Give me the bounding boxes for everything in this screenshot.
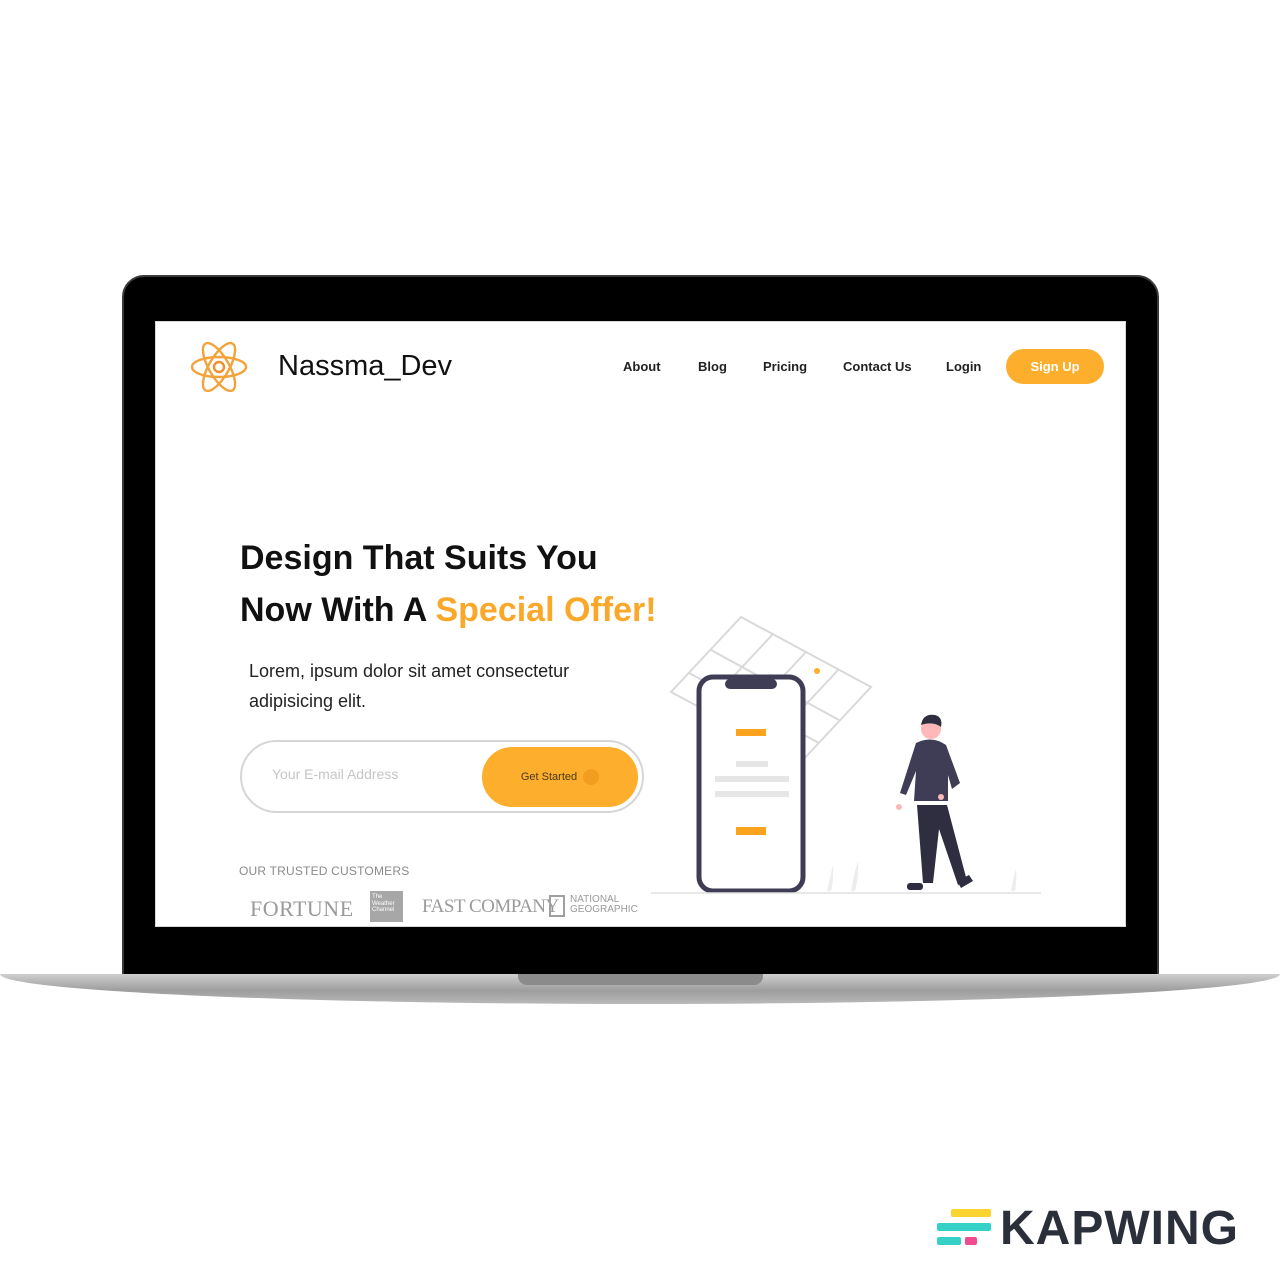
get-started-label: Get Started <box>520 771 578 783</box>
nav-contact-us[interactable]: Contact Us <box>843 359 912 374</box>
email-signup-form: Get Started <box>240 740 644 813</box>
atom-icon[interactable] <box>189 336 249 398</box>
nav-login[interactable]: Login <box>946 359 981 374</box>
map-pin-icon <box>814 668 820 674</box>
phone-icon <box>696 674 806 894</box>
hero-subtext: Lorem, ipsum dolor sit amet consectetur … <box>249 661 570 711</box>
headline-line-2: Now With A Special Offer! <box>240 584 657 636</box>
kapwing-logo-icon <box>937 1209 991 1245</box>
laptop-screen: Nassma_Dev About Blog Pricing Contact Us… <box>155 321 1126 927</box>
headline-line-1: Design That Suits You <box>240 539 598 577</box>
fast-company-logo: FAST COMPANY <box>422 896 559 917</box>
nav-blog[interactable]: Blog <box>698 359 727 374</box>
get-started-button[interactable]: Get Started <box>482 747 638 807</box>
fortune-logo: FORTUNE <box>250 896 354 921</box>
headline-line-2-start: Now With A <box>240 591 436 629</box>
national-geographic-frame-icon <box>549 895 565 917</box>
sign-up-button[interactable]: Sign Up <box>1006 349 1104 384</box>
brand-name[interactable]: Nassma_Dev <box>278 350 452 383</box>
natgeo-text-2: GEOGRAPHIC <box>570 904 638 915</box>
nav-about[interactable]: About <box>623 359 661 374</box>
weather-channel-logo: The Weather Channel <box>370 891 403 922</box>
grass-icon <box>851 861 859 891</box>
laptop-notch <box>518 974 763 985</box>
person-icon <box>896 714 973 890</box>
trusted-customers-heading: OUR TRUSTED CUSTOMERS <box>239 864 410 878</box>
hero-illustration <box>651 615 1041 894</box>
grass-icon <box>827 865 834 891</box>
headline-accent: Special Offer! <box>435 591 657 629</box>
email-input[interactable] <box>272 766 472 782</box>
grass-icon <box>1011 869 1017 891</box>
national-geographic-logo: NATIONAL GEOGRAPHIC <box>570 895 638 915</box>
nav-pricing[interactable]: Pricing <box>763 359 807 374</box>
kapwing-watermark: KAPWING <box>1000 1202 1239 1255</box>
arrow-icon <box>583 769 600 785</box>
weather-logo-text-3: Channel <box>372 907 395 913</box>
hero-headline: Design That Suits You Now With A Special… <box>240 532 657 636</box>
